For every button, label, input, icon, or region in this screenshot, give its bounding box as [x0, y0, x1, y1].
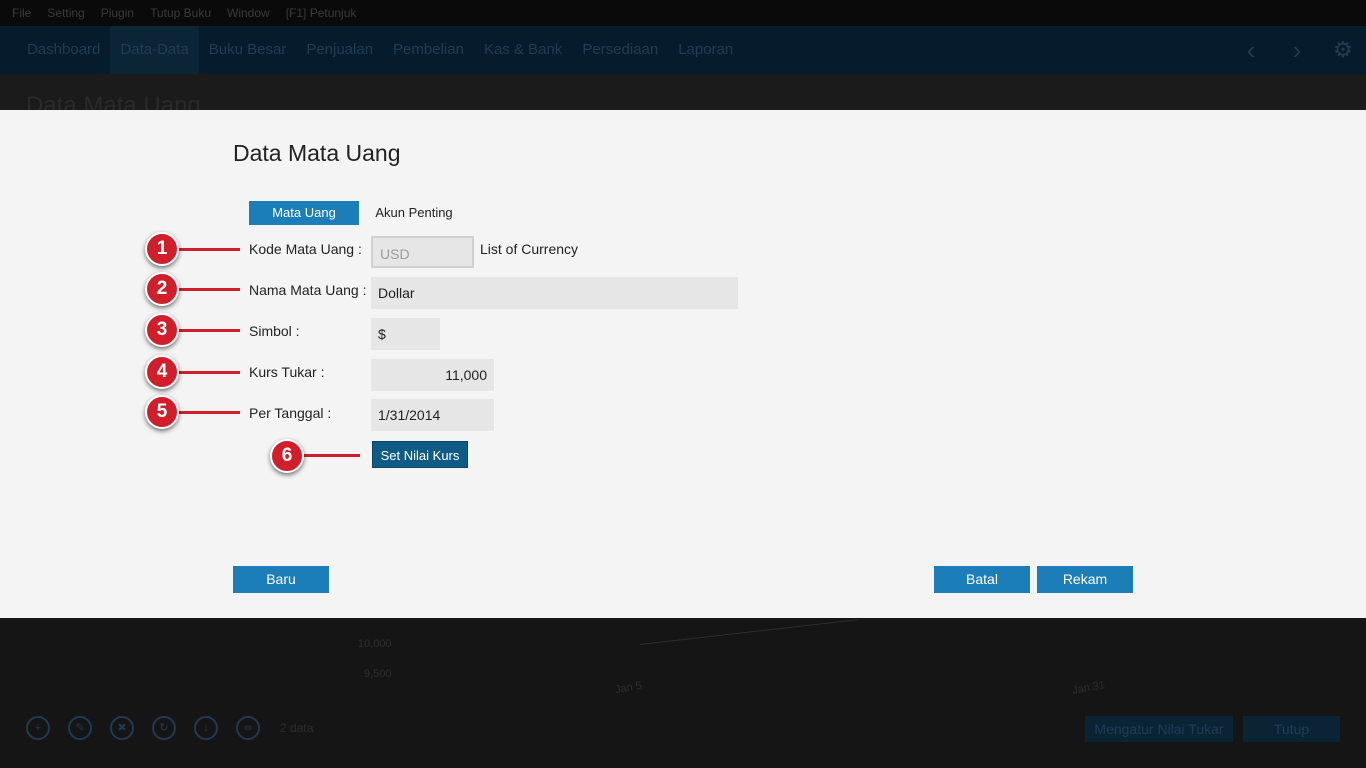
tutup-button[interactable]: Tutup [1243, 716, 1340, 742]
tab-mata-uang[interactable]: Mata Uang [249, 201, 359, 225]
menu-window[interactable]: Window [227, 6, 270, 20]
batal-button[interactable]: Batal [934, 566, 1030, 593]
gear-icon[interactable]: ⚙ [1320, 37, 1366, 63]
tab-akun-penting[interactable]: Akun Penting [366, 201, 462, 225]
marker-3-line [178, 329, 240, 332]
nama-mata-uang-field[interactable]: Dollar [371, 277, 738, 309]
kode-mata-uang-field[interactable]: USD [371, 236, 474, 268]
nav-laporan[interactable]: Laporan [668, 26, 743, 74]
menu-tutup-buku[interactable]: Tutup Buku [150, 6, 211, 20]
download-icon[interactable]: ↓ [194, 716, 218, 740]
menu-plugin[interactable]: Plugin [101, 6, 134, 20]
menu-petunjuk[interactable]: [F1] Petunjuk [286, 6, 357, 20]
nav-buku-besar[interactable]: Buku Besar [199, 26, 297, 74]
add-icon[interactable]: + [26, 716, 50, 740]
nav-dashboard[interactable]: Dashboard [17, 26, 110, 74]
link-icon[interactable]: ∞ [236, 716, 260, 740]
chart-tick-jan5: Jan 5 [614, 679, 643, 697]
marker-1: 1 [145, 232, 179, 266]
nama-mata-uang-label: Nama Mata Uang : [249, 282, 367, 298]
dialog-title: Data Mata Uang [233, 140, 401, 166]
chevron-left-icon[interactable]: ‹ [1228, 35, 1274, 66]
marker-2: 2 [145, 272, 179, 306]
marker-2-line [178, 288, 240, 291]
nav-pembelian[interactable]: Pembelian [383, 26, 474, 74]
menu-setting[interactable]: Setting [47, 6, 84, 20]
kode-mata-uang-label: Kode Mata Uang : [249, 241, 362, 257]
simbol-label: Simbol : [249, 323, 300, 339]
menu-bar: File Setting Plugin Tutup Buku Window [F… [0, 0, 1366, 26]
rekam-button[interactable]: Rekam [1037, 566, 1133, 593]
chevron-right-icon[interactable]: › [1274, 35, 1320, 66]
kurs-tukar-label: Kurs Tukar : [249, 364, 325, 380]
marker-5-line [178, 411, 240, 414]
nav-persediaan[interactable]: Persediaan [572, 26, 668, 74]
simbol-field[interactable]: $ [371, 318, 440, 350]
edit-icon[interactable]: ✎ [68, 716, 92, 740]
marker-6: 6 [270, 439, 304, 473]
chart-series-line [639, 619, 859, 645]
chart-tick-9500: 9,500 [364, 668, 392, 680]
background-header [0, 74, 1366, 110]
mengatur-nilai-tukar-button[interactable]: Mengatur Nilai Tukar [1085, 716, 1233, 742]
baru-button[interactable]: Baru [233, 566, 329, 593]
marker-5: 5 [145, 395, 179, 429]
nav-data-data[interactable]: Data-Data [110, 26, 199, 74]
per-tanggal-field[interactable]: 1/31/2014 [371, 399, 494, 431]
marker-4: 4 [145, 355, 179, 389]
nav-penjualan[interactable]: Penjualan [296, 26, 383, 74]
nav-kas-bank[interactable]: Kas & Bank [474, 26, 572, 74]
delete-icon[interactable]: ✖ [110, 716, 134, 740]
marker-3: 3 [145, 313, 179, 347]
background-page-title: Data Mata Uang [26, 92, 201, 110]
nav-controls: ‹ › ⚙ [1228, 26, 1366, 74]
main-nav: Dashboard Data-Data Buku Besar Penjualan… [0, 26, 1366, 74]
list-of-currency-link[interactable]: List of Currency [480, 241, 578, 257]
chart-tick-jan31: Jan 31 [1071, 679, 1106, 697]
refresh-icon[interactable]: ↻ [152, 716, 176, 740]
chart-tick-10000: 10,000 [358, 638, 392, 650]
menu-file[interactable]: File [12, 6, 31, 20]
background-toolbar: + ✎ ✖ ↻ ↓ ∞ 2 data [26, 716, 313, 740]
per-tanggal-label: Per Tanggal : [249, 405, 332, 421]
currency-dialog: Data Mata Uang Mata Uang Akun Penting Ko… [0, 110, 1366, 618]
kurs-tukar-field[interactable]: 11,000 [371, 359, 494, 391]
set-nilai-kurs-button[interactable]: Set Nilai Kurs [372, 441, 468, 468]
marker-4-line [178, 371, 240, 374]
record-count: 2 data [280, 721, 314, 735]
marker-1-line [178, 248, 240, 251]
marker-6-line [302, 454, 360, 457]
